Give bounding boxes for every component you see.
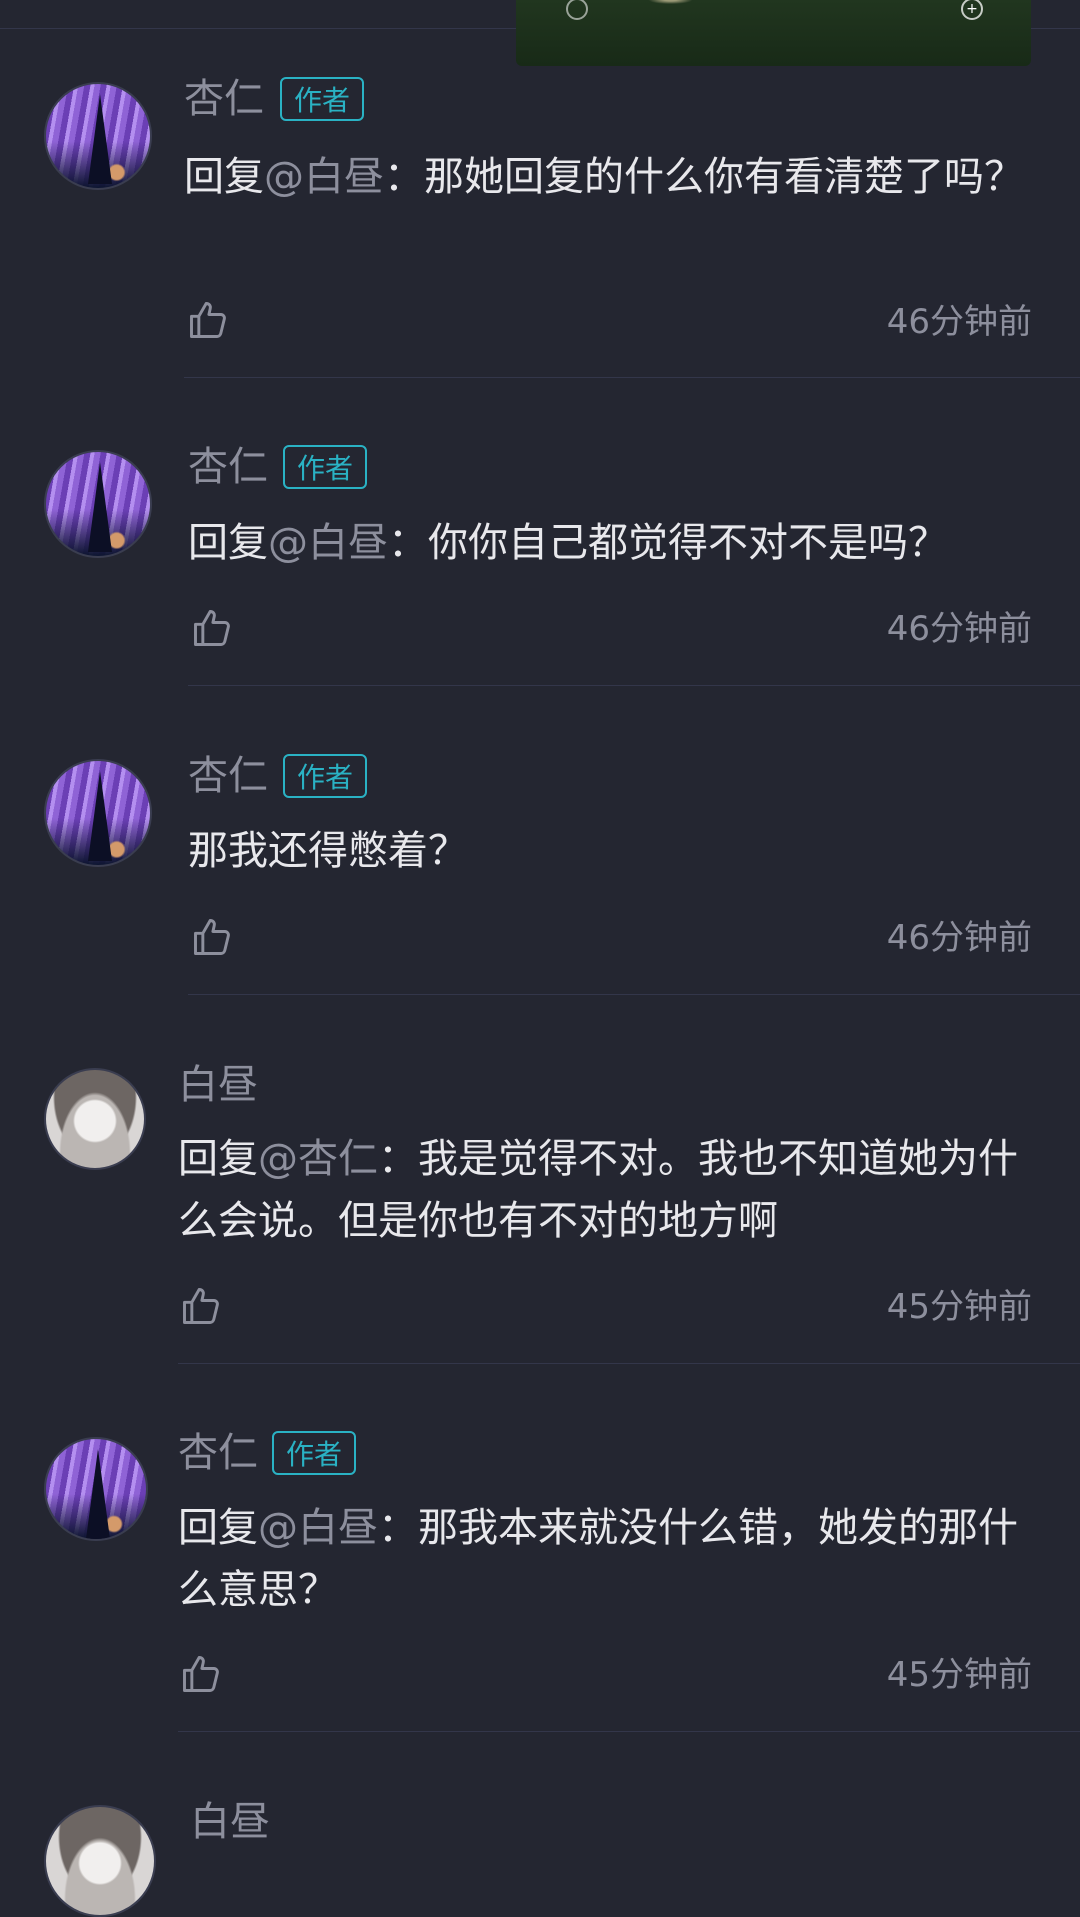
reply-target[interactable]: @白昼	[258, 1505, 378, 1551]
comment-divider	[188, 994, 1080, 995]
thumbs-up-icon[interactable]	[190, 915, 234, 959]
author-badge: 作者	[283, 445, 368, 489]
reply-colon: ：	[384, 154, 424, 200]
comment-timestamp: 46分钟前	[886, 302, 1032, 342]
comment-text[interactable]: 回复@白昼：那我本来就没什么错，她发的那什么意思？	[178, 1497, 1040, 1621]
comment-username[interactable]: 杏仁	[188, 752, 268, 800]
avatar[interactable]	[44, 82, 152, 190]
reply-colon: ：	[388, 520, 428, 566]
comment-timestamp: 45分钟前	[886, 1655, 1032, 1695]
avatar[interactable]	[44, 1068, 146, 1170]
reply-target[interactable]: @白昼	[268, 520, 388, 566]
comment-timestamp: 45分钟前	[886, 1287, 1032, 1327]
author-badge: 作者	[280, 77, 365, 121]
circle-icon	[566, 0, 588, 20]
avatar[interactable]	[44, 1437, 148, 1541]
comment-divider	[184, 377, 1080, 378]
comment-username[interactable]: 杏仁	[178, 1429, 258, 1477]
comment-text[interactable]: 那我还得憋着？	[188, 820, 1040, 882]
reply-prefix: 回复	[178, 1505, 258, 1551]
thumbs-up-icon[interactable]	[179, 1652, 223, 1696]
reply-prefix: 回复	[184, 154, 264, 200]
avatar[interactable]	[44, 450, 152, 558]
avatar[interactable]	[44, 759, 152, 867]
comment-timestamp: 46分钟前	[886, 609, 1032, 649]
comment-text[interactable]: 回复@白昼：那她回复的什么你有看清楚了吗？	[184, 146, 1040, 208]
reply-colon: ：	[378, 1505, 418, 1551]
avatar[interactable]	[44, 1805, 156, 1917]
reply-target[interactable]: @杏仁	[258, 1136, 378, 1182]
media-thumbnail[interactable]: +	[516, 0, 1031, 66]
comment-username[interactable]: 杏仁	[188, 443, 268, 491]
comment-divider	[178, 1731, 1080, 1732]
reply-target[interactable]: @白昼	[264, 154, 384, 200]
comment-body: 你你自己都觉得不对不是吗？	[428, 520, 948, 566]
comment-body: 那我还得憋着？	[188, 828, 468, 874]
reply-prefix: 回复	[188, 520, 268, 566]
comment-divider	[178, 1363, 1080, 1364]
comment-body: 那她回复的什么你有看清楚了吗？	[424, 154, 1024, 200]
thumbs-up-icon[interactable]	[186, 298, 230, 342]
reply-colon: ：	[378, 1136, 418, 1182]
comment-username[interactable]: 杏仁	[184, 75, 264, 123]
author-badge: 作者	[283, 754, 368, 798]
reply-prefix: 回复	[178, 1136, 258, 1182]
comment-timestamp: 46分钟前	[886, 918, 1032, 958]
plus-circle-icon[interactable]: +	[961, 0, 983, 20]
comment-divider	[188, 685, 1080, 686]
thumbs-up-icon[interactable]	[190, 606, 234, 650]
comment-text[interactable]: 回复@杏仁：我是觉得不对。我也不知道她为什么会说。但是你也有不对的地方啊	[178, 1128, 1040, 1252]
thumbs-up-icon[interactable]	[179, 1284, 223, 1328]
comment-username[interactable]: 白昼	[190, 1798, 270, 1846]
comment-username[interactable]: 白昼	[178, 1061, 258, 1109]
author-badge: 作者	[272, 1431, 357, 1475]
comment-text[interactable]: 回复@白昼：你你自己都觉得不对不是吗？	[188, 512, 1040, 574]
